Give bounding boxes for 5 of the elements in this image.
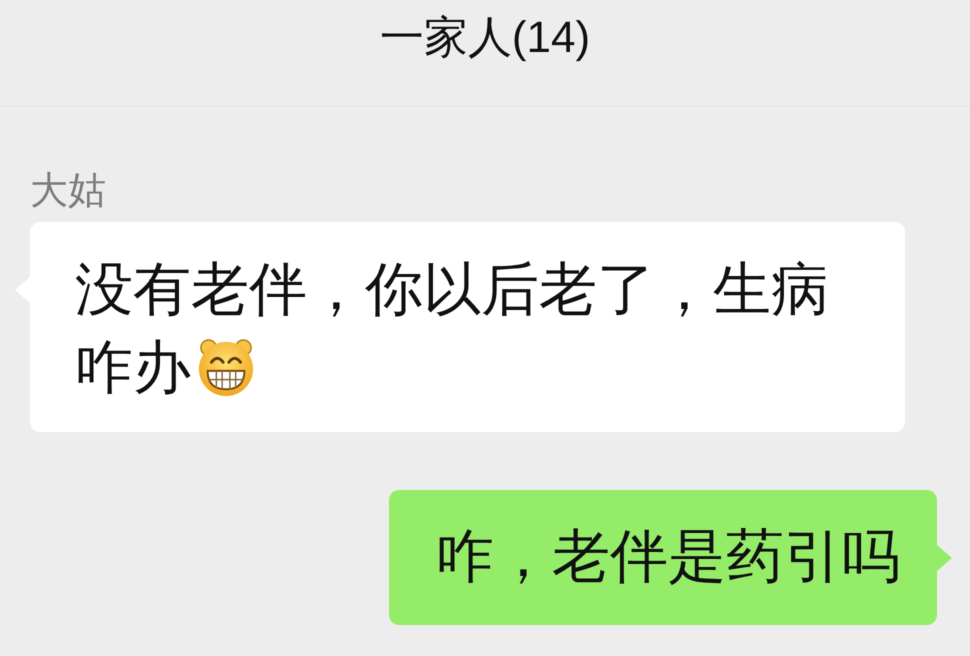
message-text: 咋，老伴是药引吗: [436, 523, 900, 591]
sender-name: 大姑: [30, 169, 106, 214]
message-text: 咋办: [75, 334, 191, 402]
chat-title: 一家人(14): [380, 12, 590, 64]
message-text: 没有老伴，你以后老了，生病: [75, 256, 829, 324]
